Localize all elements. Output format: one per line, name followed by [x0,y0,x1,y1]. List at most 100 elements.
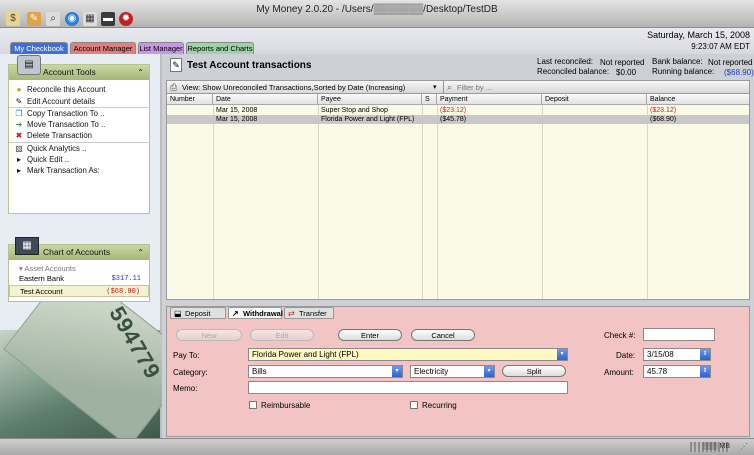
cancel-button[interactable]: Cancel [411,329,475,341]
copy-icon: ❐ [15,109,23,119]
tool-edit-account[interactable]: ✎ Edit Account details [9,96,149,108]
cell-status [422,106,425,115]
check-label: Check #: [604,331,636,340]
collapse-icon[interactable]: ⌃ [137,65,144,80]
payto-field[interactable]: Florida Power and Light (FPL) ▾ [248,348,568,361]
search-icon: ⌕ [447,82,453,92]
tab-label: Transfer [299,309,327,318]
memory-indicator: ▒▒▒ MB [690,442,730,452]
column-payment[interactable]: Payment [437,94,542,105]
cell-payee: Super Stop and Shop [321,107,388,114]
enter-button[interactable]: Enter [338,329,402,341]
window-icon[interactable]: ▬ [101,12,115,26]
tab-reports-charts[interactable]: Reports and Charts [186,42,254,54]
tool-label: Move Transaction To .. [27,119,106,129]
resize-grip-icon[interactable]: ⋰ [740,442,750,452]
view-selector[interactable]: View: Show Unreconciled Transactions,Sor… [182,83,440,92]
table-row[interactable]: Mar 15, 2008 Super Stop and Shop ($23.12… [167,106,749,115]
cell-balance: ($68.90) [650,116,677,123]
subcategory-dropdown-icon[interactable]: ▾ [484,366,494,377]
cell-payment: ($45.78) [440,116,467,123]
amount-value: 45.78 [647,367,668,376]
payto-label: Pay To: [173,351,200,360]
tool-quick-analytics[interactable]: ▧ Quick Analytics .. [9,141,149,154]
view-dropdown-icon[interactable]: ▾ [433,83,437,91]
split-button[interactable]: Split [502,365,566,377]
globe-icon[interactable]: ◉ [65,12,79,26]
bank-balance-label: Bank balance: [652,57,703,66]
reimbursable-checkbox[interactable] [249,401,257,409]
asset-accounts-group[interactable]: ▾ Asset Accounts [9,260,149,273]
bullet-icon: ▸ [16,154,21,164]
tool-move-transaction[interactable]: ➜ Move Transaction To .. [9,119,149,131]
date-stepper-icon[interactable]: ⇕ [700,349,710,360]
column-deposit[interactable]: Deposit [542,94,647,105]
tool-label: Copy Transaction To .. [27,109,105,119]
group-label: Asset Accounts [24,264,76,273]
cell-number [167,106,170,115]
recurring-checkbox[interactable] [410,401,418,409]
filter-view-icon: ⎙ [170,82,178,92]
tab-withdrawal[interactable]: ↗ Withdrawal [228,307,283,319]
payto-dropdown-icon[interactable]: ▾ [557,349,567,360]
tool-mark-transaction[interactable]: ▸ Mark Transaction As: [9,165,149,177]
column-status[interactable]: S [422,94,437,105]
table-row-selected[interactable]: Mar 15, 2008 Florida Power and Light (FP… [167,115,749,124]
tool-label: Mark Transaction As: [27,166,100,176]
transactions-title: Test Account transactions [187,60,312,71]
account-eastern-bank[interactable]: Eastern Bank $317.11 [9,273,149,285]
date-label: Date: [616,351,636,360]
move-icon: ➜ [15,119,23,129]
cell-balance: ($23.12) [650,107,677,114]
grid-line [647,105,648,299]
filter-input[interactable] [457,82,747,93]
tool-label: Quick Analytics .. [27,143,87,153]
category-field[interactable]: Bills ▾ [248,365,403,378]
tab-my-checkbook[interactable]: My Checkbook [10,42,68,54]
new-button[interactable]: New [176,329,242,341]
column-payee[interactable]: Payee [318,94,422,105]
amount-field[interactable]: 45.78 ⇕ [643,365,711,378]
filter-divider [443,81,444,94]
bullet-icon: ▸ [16,166,21,176]
category-dropdown-icon[interactable]: ▾ [392,366,402,377]
tab-account-manager[interactable]: Account Manager [70,42,136,54]
reconciled-balance-value: $0.00 [616,68,637,77]
account-test-account[interactable]: Test Account ($68.90) [9,285,149,297]
date-field[interactable]: 3/15/08 ⇕ [643,348,711,361]
tool-label: Edit Account details [27,96,96,106]
recurring-label: Recurring [422,401,457,410]
tab-label: Deposit [185,309,211,318]
pencil-icon[interactable]: ✎ [27,12,41,26]
memo-label: Memo: [173,384,198,393]
tool-reconcile[interactable]: ● Reconcile this Account [9,84,149,96]
tab-transfer[interactable]: ⇄ Transfer [284,307,334,319]
last-reconciled-label: Last reconciled: [537,57,594,66]
edit-button[interactable]: Edit [250,329,314,341]
tool-copy-transaction[interactable]: ❐ Copy Transaction To .. [9,107,149,119]
memo-field[interactable] [248,381,568,394]
tool-quick-edit[interactable]: ▸ Quick Edit .. [9,154,149,166]
tool-label: Reconcile this Account [27,85,106,94]
bank-balance-value: Not reported [708,58,753,67]
collapse-icon[interactable]: ⌃ [137,245,144,260]
check-field[interactable] [643,328,715,341]
subcategory-field[interactable]: Electricity ▾ [410,365,495,378]
checkbook-icon[interactable]: $ [6,12,20,26]
tab-list-manager[interactable]: List Manager [138,42,184,54]
account-tools-header[interactable]: ▤ Account Tools ⌃ [9,55,149,80]
grid-icon[interactable]: ▦ [83,12,97,26]
chart-of-accounts-header[interactable]: ▦ Chart of Accounts ⌃ [9,237,149,260]
search-icon[interactable]: ⌕ [46,12,60,26]
category-label: Category: [173,368,208,377]
amount-stepper-icon[interactable]: ⇕ [700,366,710,377]
date-display: Saturday, March 15, 2008 9:23:07 AM EDT [647,30,750,52]
gear-icon[interactable]: ✹ [119,12,133,26]
tab-deposit[interactable]: ⬓ Deposit [170,307,226,319]
column-number[interactable]: Number [167,94,213,105]
column-balance[interactable]: Balance [647,94,749,105]
delete-icon: ✖ [15,131,23,141]
tool-delete-transaction[interactable]: ✖ Delete Transaction [9,130,149,142]
column-date[interactable]: Date [213,94,318,105]
grid-line [213,105,214,299]
